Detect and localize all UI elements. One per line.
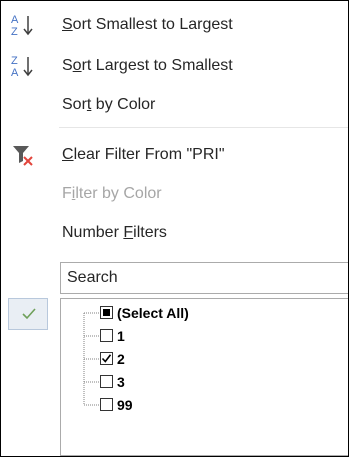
search-input[interactable] bbox=[60, 262, 348, 294]
list-item[interactable]: 3 bbox=[61, 371, 348, 393]
svg-text:Z: Z bbox=[11, 26, 18, 38]
list-item-label: (Select All) bbox=[117, 305, 189, 321]
value-checkbox[interactable] bbox=[100, 375, 113, 388]
sort-by-color-item[interactable]: Sort by Color bbox=[1, 86, 348, 124]
list-item-label: 2 bbox=[117, 351, 125, 367]
svg-text:A: A bbox=[11, 14, 19, 26]
list-item-select-all[interactable]: (Select All) bbox=[61, 302, 348, 324]
checkbox-check-icon bbox=[101, 354, 112, 363]
svg-text:Z: Z bbox=[11, 55, 18, 67]
list-item[interactable]: 99 bbox=[61, 394, 348, 416]
value-checkbox[interactable] bbox=[100, 352, 113, 365]
sort-ascending-icon: A Z bbox=[11, 14, 33, 38]
menu-separator bbox=[59, 127, 348, 128]
checkmark-icon bbox=[22, 308, 36, 320]
list-item[interactable]: 2 bbox=[61, 348, 348, 370]
clear-filter-icon bbox=[13, 146, 33, 166]
sort-largest-to-smallest-item[interactable]: Z A Sort Largest to Smallest bbox=[1, 47, 348, 85]
sort-smallest-to-largest-item[interactable]: A Z Sort Smallest to Largest bbox=[1, 6, 348, 44]
value-checkbox[interactable] bbox=[100, 329, 113, 342]
list-item-label: 3 bbox=[117, 374, 125, 390]
list-item[interactable]: 1 bbox=[61, 325, 348, 347]
select-all-checkbox[interactable] bbox=[100, 306, 113, 319]
value-list[interactable]: (Select All) 1 2 3 99 bbox=[60, 298, 348, 456]
value-checkbox[interactable] bbox=[100, 398, 113, 411]
sort-descending-icon: Z A bbox=[11, 55, 33, 79]
clear-filter-label: Clear Filter From "PRI" bbox=[62, 146, 225, 163]
number-filters-label: Number Filters bbox=[62, 224, 167, 241]
list-item-label: 99 bbox=[117, 397, 133, 413]
sort-asc-label: Sort Smallest to Largest bbox=[62, 16, 233, 33]
svg-text:A: A bbox=[11, 67, 19, 79]
filter-by-color-label: Filter by Color bbox=[62, 185, 162, 202]
clear-filter-item[interactable]: Clear Filter From "PRI" bbox=[1, 136, 348, 174]
ok-check-cell bbox=[8, 298, 48, 330]
list-item-label: 1 bbox=[117, 328, 125, 344]
filter-by-color-item: Filter by Color bbox=[1, 175, 348, 213]
number-filters-item[interactable]: Number Filters bbox=[1, 214, 348, 252]
filter-dropdown-menu: A Z Sort Smallest to Largest Z A Sort La… bbox=[0, 0, 349, 457]
sort-by-color-label: Sort by Color bbox=[62, 96, 156, 113]
sort-desc-label: Sort Largest to Smallest bbox=[62, 57, 233, 74]
